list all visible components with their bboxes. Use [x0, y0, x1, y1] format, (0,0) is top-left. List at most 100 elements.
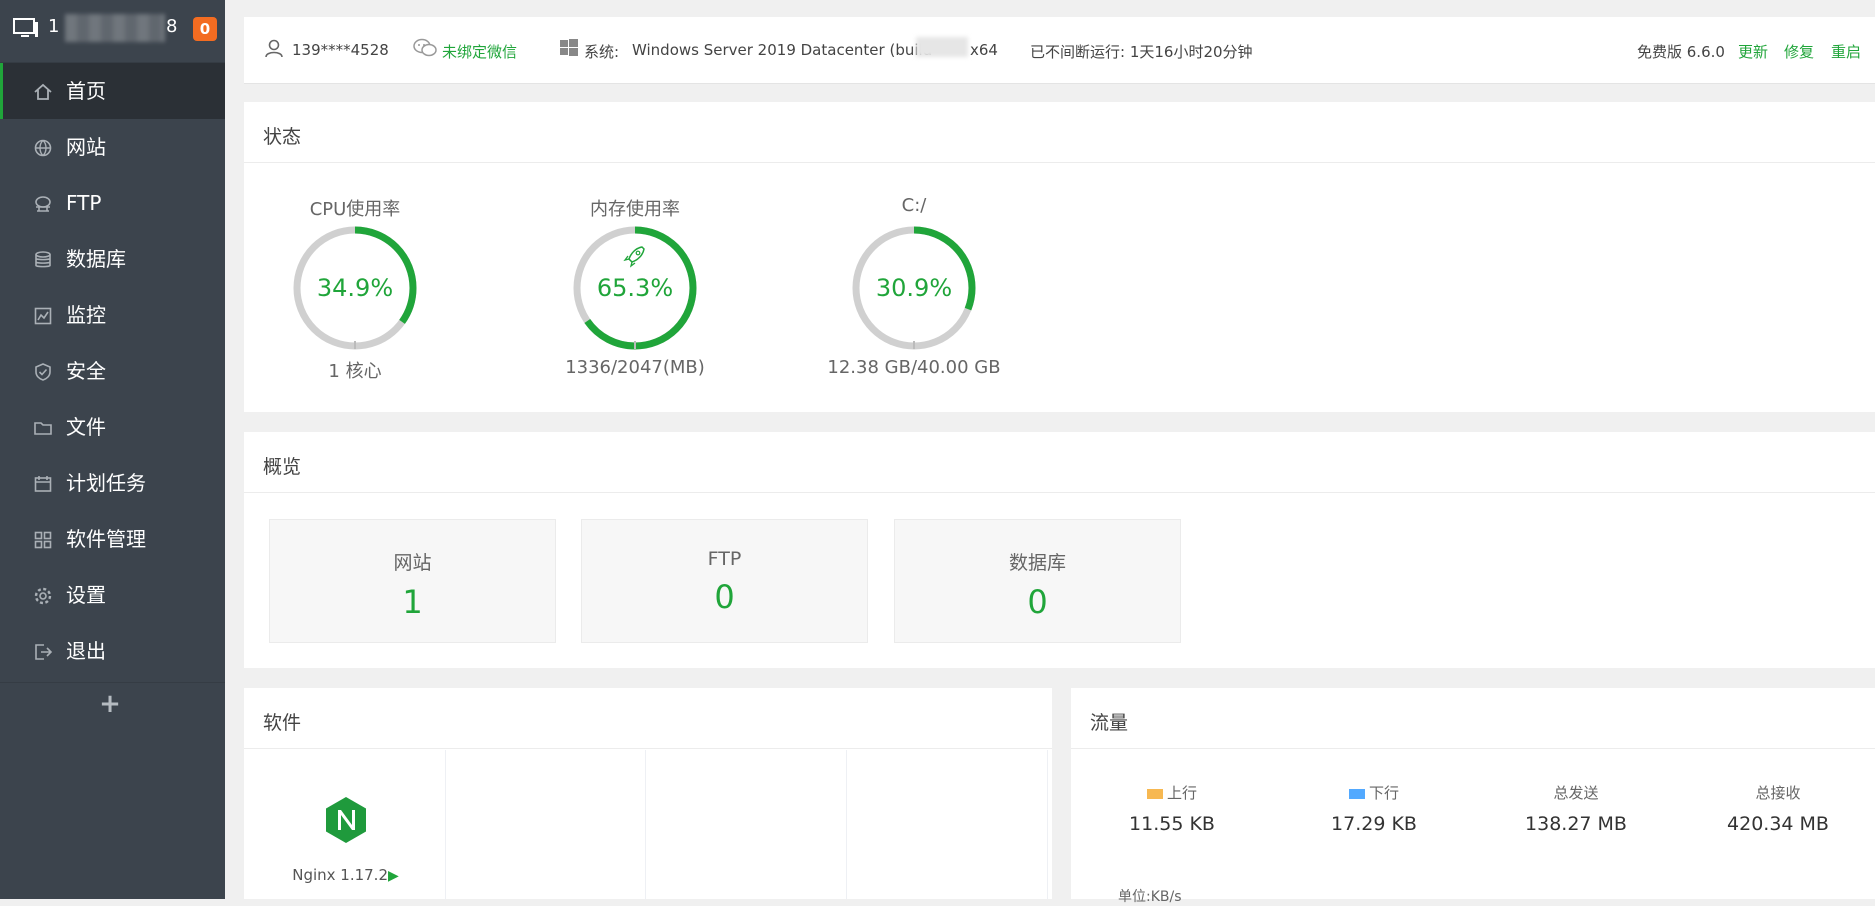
version-label: 免费版 6.6.0 — [1637, 43, 1725, 61]
traffic-title: 流量 — [1090, 712, 1129, 734]
add-shortcut-button[interactable]: + — [98, 691, 122, 717]
server-name-suffix: 8 — [166, 16, 178, 37]
overview-box-value: 1 — [402, 583, 423, 621]
system-arch: x64 — [970, 41, 998, 59]
software-item-nginx[interactable]: Nginx 1.17.2▶ — [246, 750, 446, 899]
upload-legend-swatch — [1146, 788, 1163, 799]
disk-gauge[interactable]: C:/ 30.9% 12.38 GB/40.00 GB — [824, 195, 1004, 378]
sidebar-item-label: 计划任务 — [66, 471, 146, 495]
monitor-icon — [13, 18, 39, 40]
sidebar-item-label: 网站 — [66, 135, 106, 159]
wechat-icon — [412, 37, 438, 63]
message-badge[interactable]: 0 — [193, 17, 217, 41]
sidebar-item-files[interactable]: 文件 — [0, 399, 225, 455]
calendar-icon — [33, 474, 53, 494]
overview-box-label: 数据库 — [1008, 552, 1066, 574]
upload-value: 11.55 KB — [1129, 813, 1215, 835]
sidebar: 1 8 0 首页 网站 FTP 数据库 监控 安全 文件 计划任务 软件管理 设… — [0, 0, 225, 899]
shield-icon — [33, 362, 53, 382]
memory-gauge-label: 内存使用率 — [590, 199, 680, 220]
ftp-icon — [33, 194, 53, 214]
uptime: 已不间断运行: 1天16小时20分钟 — [1030, 43, 1253, 61]
nginx-icon — [324, 796, 368, 848]
overview-website-box[interactable]: 网站 1 — [269, 519, 556, 643]
home-icon — [33, 82, 53, 102]
windows-icon — [560, 39, 578, 61]
sidebar-item-website[interactable]: 网站 — [0, 119, 225, 175]
update-link[interactable]: 更新 — [1738, 41, 1768, 62]
panel-divider — [1071, 748, 1875, 749]
overview-box-value: 0 — [714, 578, 735, 616]
sidebar-item-cron[interactable]: 计划任务 — [0, 455, 225, 511]
status-title: 状态 — [263, 126, 302, 148]
total-received-label: 总接收 — [1755, 784, 1801, 802]
sidebar-item-settings[interactable]: 设置 — [0, 567, 225, 623]
sidebar-item-label: 首页 — [66, 79, 106, 103]
overview-box-value: 0 — [1027, 583, 1048, 621]
disk-gauge-value: 30.9% — [875, 274, 953, 302]
overview-title: 概览 — [263, 456, 302, 478]
software-title: 软件 — [263, 712, 302, 734]
restart-link[interactable]: 重启 — [1831, 41, 1861, 62]
sidebar-item-monitor[interactable]: 监控 — [0, 287, 225, 343]
sidebar-item-home[interactable]: 首页 — [0, 63, 225, 119]
software-slot-empty[interactable] — [446, 750, 646, 899]
software-slot-empty[interactable] — [848, 750, 1048, 899]
cpu-gauge-label: CPU使用率 — [309, 199, 401, 220]
system-info: Windows Server 2019 Datacenter (build — [632, 41, 933, 59]
grid-icon — [33, 530, 53, 550]
traffic-upload: 上行 11.55 KB — [1097, 782, 1247, 835]
overview-box-label: 网站 — [393, 552, 432, 574]
total-sent-value: 138.27 MB — [1525, 813, 1627, 835]
upload-label: 上行 — [1166, 784, 1197, 802]
play-icon[interactable]: ▶ — [388, 868, 399, 884]
download-value: 17.29 KB — [1331, 813, 1417, 835]
status-panel: 状态 CPU使用率 34.9% 1 核心 内存使用率 65.3% 1336/20… — [244, 102, 1875, 412]
sidebar-item-ftp[interactable]: FTP — [0, 175, 225, 231]
repair-link[interactable]: 修复 — [1784, 41, 1814, 62]
wechat-bind-link[interactable]: 未绑定微信 — [442, 41, 517, 62]
software-slot-empty[interactable] — [647, 750, 847, 899]
traffic-unit-label: 单位:KB/s — [1118, 889, 1182, 905]
memory-gauge-value: 65.3% — [596, 274, 674, 302]
sidebar-item-software[interactable]: 软件管理 — [0, 511, 225, 567]
user-account[interactable]: 139****4528 — [292, 41, 389, 59]
traffic-total-sent: 总发送 138.27 MB — [1501, 782, 1651, 835]
overview-database-box[interactable]: 数据库 0 — [894, 519, 1181, 643]
globe-icon — [33, 138, 53, 158]
sidebar-item-database[interactable]: 数据库 — [0, 231, 225, 287]
software-item-name: Nginx 1.17.2 — [292, 866, 388, 884]
sidebar-item-security[interactable]: 安全 — [0, 343, 225, 399]
traffic-download: 下行 17.29 KB — [1299, 782, 1449, 835]
user-icon — [264, 38, 284, 62]
disk-gauge-label: C:/ — [901, 195, 927, 216]
total-received-value: 420.34 MB — [1727, 813, 1829, 835]
sidebar-item-label: 监控 — [66, 303, 106, 327]
gauge-ring: 65.3% — [570, 223, 700, 353]
top-info-bar: 139****4528 未绑定微信 系统: Windows Server 201… — [244, 17, 1875, 84]
sidebar-menu: 首页 网站 FTP 数据库 监控 安全 文件 计划任务 软件管理 设置 退出 — [0, 63, 225, 679]
panel-divider — [244, 492, 1875, 493]
logout-icon — [33, 642, 53, 662]
sidebar-item-label: 数据库 — [66, 247, 126, 271]
cpu-gauge-value: 34.9% — [316, 274, 394, 302]
panel-divider — [244, 162, 1875, 163]
memory-usage: 1336/2047(MB) — [565, 357, 705, 378]
sidebar-item-label: 设置 — [66, 583, 106, 607]
overview-box-label: FTP — [707, 548, 742, 570]
sidebar-item-label: FTP — [66, 191, 102, 215]
sidebar-item-label: 文件 — [66, 415, 106, 439]
server-header[interactable]: 1 8 0 — [0, 0, 225, 63]
masked-build-number — [916, 37, 968, 57]
overview-ftp-box[interactable]: FTP 0 — [581, 519, 868, 643]
sidebar-item-logout[interactable]: 退出 — [0, 623, 225, 679]
traffic-total-received: 总接收 420.34 MB — [1703, 782, 1853, 835]
server-name: 1 — [48, 16, 60, 37]
cpu-gauge[interactable]: CPU使用率 34.9% 1 核心 — [265, 195, 445, 383]
sidebar-divider — [0, 682, 225, 683]
database-icon — [33, 250, 53, 270]
sidebar-item-label: 安全 — [66, 359, 106, 383]
download-label: 下行 — [1368, 784, 1399, 802]
memory-gauge[interactable]: 内存使用率 65.3% 1336/2047(MB) — [545, 195, 725, 378]
gear-icon — [33, 586, 53, 606]
